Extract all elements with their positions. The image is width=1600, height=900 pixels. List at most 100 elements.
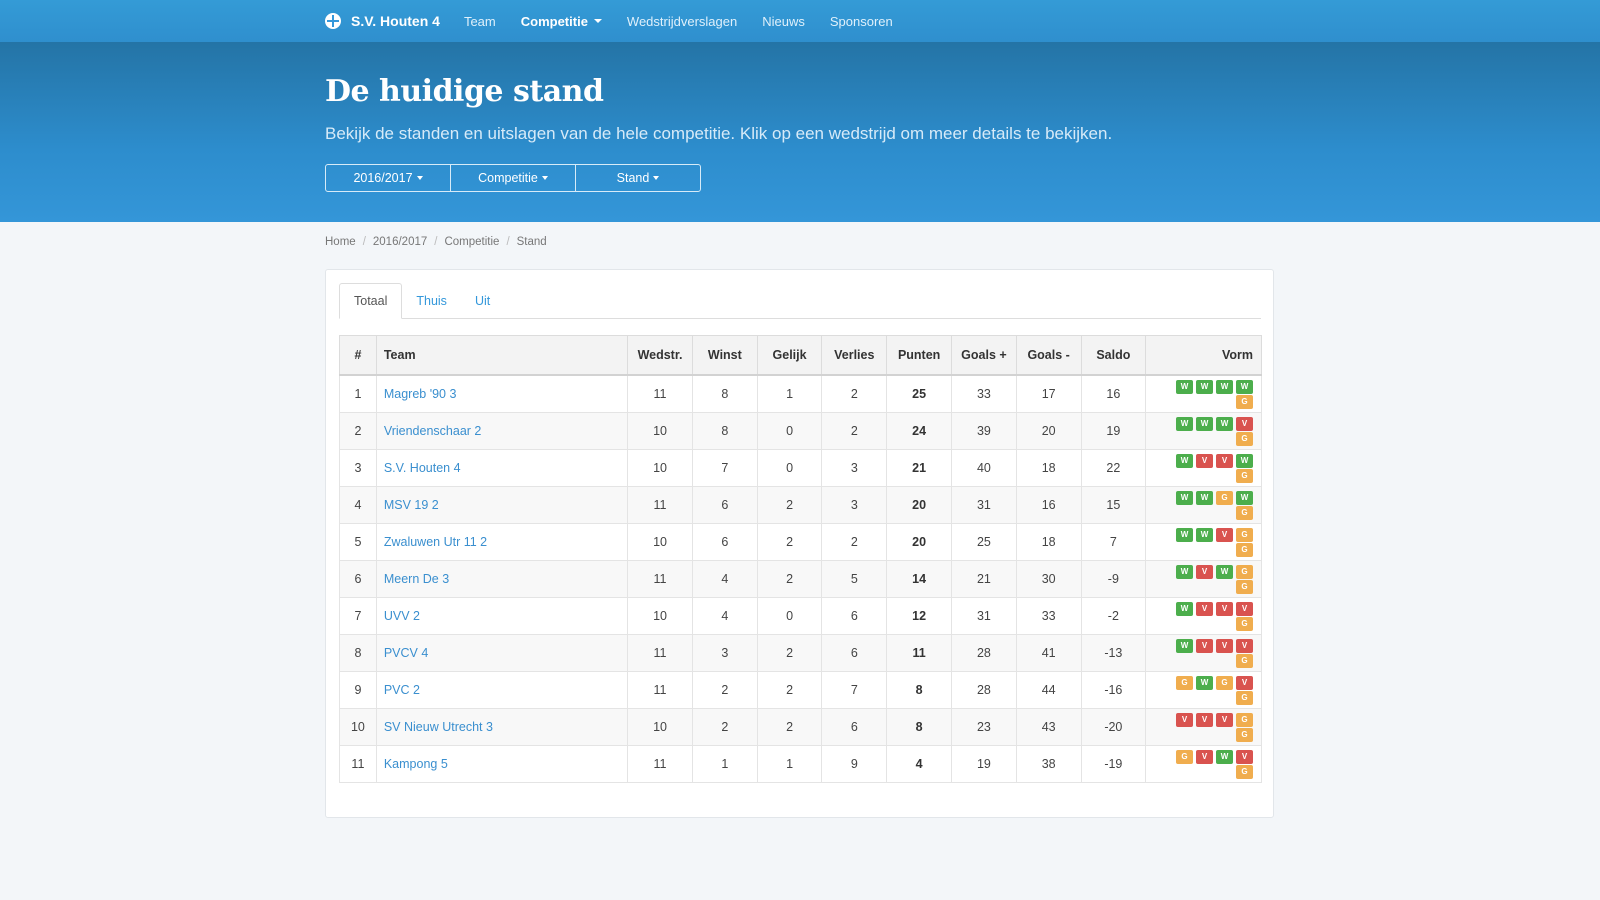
- table-row: 7 UVV 2 10 4 0 6 12 31 33 -2 W V V VG: [339, 597, 1262, 635]
- form-badge[interactable]: V: [1216, 454, 1233, 468]
- form-badge[interactable]: V: [1236, 602, 1253, 616]
- form-badge[interactable]: W: [1176, 602, 1193, 616]
- form-badge[interactable]: G: [1236, 713, 1253, 727]
- brand-link[interactable]: S.V. Houten 4: [325, 13, 440, 29]
- breadcrumb-season[interactable]: 2016/2017: [373, 236, 427, 248]
- competition-dropdown-button[interactable]: Competitie: [450, 164, 576, 192]
- cell-lost: 6: [821, 708, 888, 746]
- form-badge[interactable]: G: [1236, 505, 1253, 520]
- form-badge[interactable]: W: [1176, 639, 1193, 653]
- cell-goals-against: 33: [1015, 597, 1082, 635]
- nav-item-sponsoren[interactable]: Sponsoren: [830, 14, 893, 29]
- cell-form: V V V GG: [1145, 708, 1262, 746]
- form-badge[interactable]: W: [1236, 380, 1253, 394]
- breadcrumb-competition[interactable]: Competitie: [444, 236, 499, 248]
- tab-thuis[interactable]: Thuis: [402, 283, 461, 318]
- form-badge[interactable]: G: [1176, 676, 1193, 690]
- team-link[interactable]: Meern De 3: [375, 560, 629, 598]
- form-badge[interactable]: G: [1216, 676, 1233, 690]
- form-badge[interactable]: W: [1196, 380, 1213, 394]
- form-badge[interactable]: W: [1216, 380, 1233, 394]
- header-goals-against: Goals -: [1015, 335, 1082, 376]
- form-badge[interactable]: W: [1216, 565, 1233, 579]
- form-badge[interactable]: W: [1176, 380, 1193, 394]
- form-badge[interactable]: V: [1176, 713, 1193, 727]
- form-badge[interactable]: G: [1236, 394, 1253, 409]
- form-badge[interactable]: V: [1216, 639, 1233, 653]
- nav-item-competitie[interactable]: Competitie: [521, 14, 602, 29]
- cell-position: 6: [339, 560, 377, 598]
- form-badge[interactable]: V: [1216, 713, 1233, 727]
- form-badge[interactable]: G: [1236, 528, 1253, 542]
- tab-totaal[interactable]: Totaal: [339, 283, 403, 319]
- team-link[interactable]: PVC 2: [375, 671, 629, 709]
- tab-uit[interactable]: Uit: [461, 283, 504, 318]
- form-badge[interactable]: V: [1216, 602, 1233, 616]
- form-badge[interactable]: W: [1176, 454, 1193, 468]
- table-row: 4 MSV 19 2 11 6 2 3 20 31 16 15 W W G WG: [339, 486, 1262, 524]
- team-link[interactable]: MSV 19 2: [375, 486, 629, 524]
- cell-goal-difference: -20: [1080, 708, 1147, 746]
- form-badge[interactable]: V: [1236, 639, 1253, 653]
- form-badge[interactable]: G: [1236, 764, 1253, 779]
- form-badge[interactable]: V: [1236, 417, 1253, 431]
- cell-points: 25: [886, 374, 953, 413]
- form-badge[interactable]: V: [1236, 676, 1253, 690]
- cell-played: 10: [627, 523, 693, 561]
- standings-panel: Totaal Thuis Uit # Team Wedstr. Winst Ge…: [325, 269, 1274, 818]
- form-badge[interactable]: G: [1236, 542, 1253, 557]
- form-badge[interactable]: G: [1216, 491, 1233, 505]
- nav-item-label: Team: [463, 13, 496, 29]
- cell-goal-difference: 16: [1080, 374, 1147, 413]
- team-link[interactable]: Zwaluwen Utr 11 2: [375, 523, 629, 561]
- form-badge[interactable]: W: [1236, 491, 1253, 505]
- team-link[interactable]: Magreb '90 3: [375, 374, 629, 413]
- table-row: 9 PVC 2 11 2 2 7 8 28 44 -16 G W G VG: [339, 671, 1262, 709]
- form-badge[interactable]: V: [1196, 602, 1213, 616]
- nav-item-team[interactable]: Team: [464, 14, 496, 29]
- form-badge[interactable]: G: [1236, 468, 1253, 483]
- form-badge[interactable]: V: [1196, 454, 1213, 468]
- team-link[interactable]: S.V. Houten 4: [375, 449, 629, 487]
- team-link[interactable]: PVCV 4: [375, 634, 629, 672]
- form-badge[interactable]: G: [1236, 579, 1253, 594]
- form-badge[interactable]: V: [1196, 565, 1213, 579]
- form-badge[interactable]: W: [1176, 491, 1193, 505]
- form-badge[interactable]: G: [1236, 690, 1253, 705]
- form-badge[interactable]: V: [1196, 750, 1213, 764]
- nav-item-wedstrijdverslagen[interactable]: Wedstrijdverslagen: [627, 14, 737, 29]
- form-badge[interactable]: G: [1236, 727, 1253, 742]
- form-badge[interactable]: W: [1236, 454, 1253, 468]
- team-link[interactable]: UVV 2: [375, 597, 629, 635]
- form-badge[interactable]: V: [1196, 713, 1213, 727]
- form-badge[interactable]: W: [1196, 676, 1213, 690]
- form-badge[interactable]: V: [1216, 528, 1233, 542]
- form-badge[interactable]: W: [1176, 417, 1193, 431]
- form-badge[interactable]: W: [1196, 528, 1213, 542]
- form-badge[interactable]: G: [1236, 565, 1253, 579]
- form-badge[interactable]: G: [1176, 750, 1193, 764]
- cell-lost: 9: [821, 745, 888, 783]
- form-badge[interactable]: G: [1236, 616, 1253, 631]
- form-badge[interactable]: V: [1196, 639, 1213, 653]
- breadcrumb-home[interactable]: Home: [325, 236, 356, 248]
- form-badge[interactable]: W: [1196, 417, 1213, 431]
- cell-goals-against: 38: [1015, 745, 1082, 783]
- form-badge[interactable]: V: [1236, 750, 1253, 764]
- form-badge[interactable]: G: [1236, 431, 1253, 446]
- nav-item-nieuws[interactable]: Nieuws: [762, 14, 805, 29]
- form-badge[interactable]: W: [1216, 417, 1233, 431]
- form-badge[interactable]: G: [1236, 653, 1253, 668]
- team-link[interactable]: Vriendenschaar 2: [375, 412, 629, 450]
- form-badge[interactable]: W: [1176, 565, 1193, 579]
- form-badge[interactable]: W: [1216, 750, 1233, 764]
- cell-played: 11: [627, 374, 693, 413]
- view-dropdown-button[interactable]: Stand: [575, 164, 701, 192]
- team-link[interactable]: Kampong 5: [375, 745, 629, 783]
- team-link[interactable]: SV Nieuw Utrecht 3: [375, 708, 629, 746]
- form-badge[interactable]: W: [1176, 528, 1193, 542]
- form-badge[interactable]: W: [1196, 491, 1213, 505]
- cell-goals-against: 18: [1015, 523, 1082, 561]
- season-dropdown-button[interactable]: 2016/2017: [325, 164, 451, 192]
- cell-goal-difference: -16: [1080, 671, 1147, 709]
